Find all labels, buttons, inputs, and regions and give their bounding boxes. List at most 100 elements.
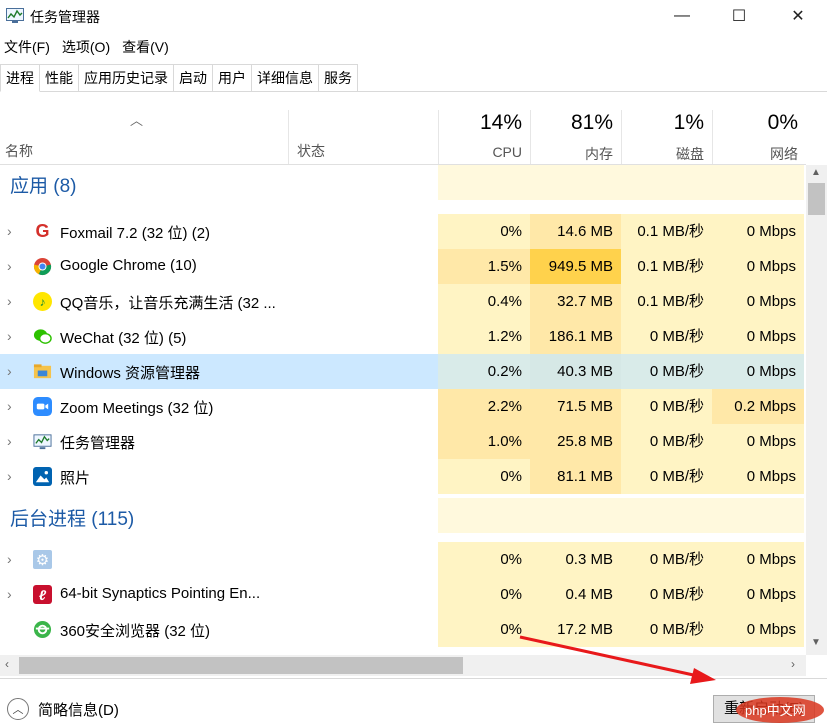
chevron-right-icon[interactable]: › bbox=[7, 586, 12, 602]
network-cell: 0 Mbps bbox=[712, 459, 804, 494]
memory-cell: 17.2 MB bbox=[530, 612, 621, 647]
process-name-cell: › ℓ 64-bit Synaptics Pointing En... bbox=[0, 577, 438, 612]
tab-details[interactable]: 详细信息 bbox=[251, 64, 319, 91]
process-name-cell: › 任务管理器 bbox=[0, 424, 438, 459]
process-name-cell: 360安全浏览器 (32 位) bbox=[0, 612, 438, 647]
chevron-right-icon[interactable]: › bbox=[7, 223, 12, 239]
chevron-up-circle-icon[interactable]: ︿ bbox=[7, 698, 29, 720]
cpu-total-percent: 14% bbox=[479, 111, 522, 134]
column-status[interactable]: 状态 bbox=[297, 141, 325, 161]
table-row[interactable]: › WeChat (32 位) (5) 1.2% 186.1 MB 0 MB/秒… bbox=[0, 319, 806, 354]
chevron-right-icon[interactable]: › bbox=[7, 398, 12, 414]
tab-processes[interactable]: 进程 bbox=[0, 64, 40, 92]
fewer-details-link[interactable]: 简略信息(D) bbox=[38, 699, 119, 720]
chevron-right-icon[interactable]: › bbox=[7, 258, 12, 274]
column-disk[interactable]: 1% 磁盘 bbox=[621, 110, 712, 164]
chevron-right-icon[interactable]: › bbox=[7, 363, 12, 379]
memory-cell: 32.7 MB bbox=[530, 284, 621, 319]
menu-file[interactable]: 文件(F) bbox=[0, 36, 54, 58]
blank-cell bbox=[438, 165, 530, 200]
settings-gear-icon: ⚙ bbox=[33, 550, 52, 569]
task-manager-app-icon bbox=[6, 8, 24, 23]
scroll-down-icon[interactable]: ▼ bbox=[811, 637, 821, 648]
blank-cell bbox=[712, 498, 804, 533]
table-row[interactable]: › Google Chrome (10) 1.5% 949.5 MB 0.1 M… bbox=[0, 249, 806, 284]
title-bar: 任务管理器 — ☐ ✕ bbox=[0, 0, 827, 34]
qqmusic-icon: ♪ bbox=[33, 292, 52, 311]
chevron-right-icon[interactable]: › bbox=[7, 433, 12, 449]
tab-users[interactable]: 用户 bbox=[212, 64, 252, 91]
close-button[interactable]: ✕ bbox=[768, 0, 827, 32]
table-row[interactable]: › ♪ QQ音乐，让音乐充满生活 (32 ... 0.4% 32.7 MB 0.… bbox=[0, 284, 806, 319]
group-title: 后台进程 (115) bbox=[10, 509, 135, 530]
task-manager-icon bbox=[33, 434, 52, 450]
tab-startup[interactable]: 启动 bbox=[173, 64, 213, 91]
blank-cell bbox=[530, 498, 621, 533]
foxmail-icon: G bbox=[33, 221, 52, 241]
network-label: 网络 bbox=[770, 146, 798, 162]
table-row[interactable]: 360安全浏览器 (32 位) 0% 17.2 MB 0 MB/秒 0 Mbps bbox=[0, 612, 806, 647]
column-divider[interactable] bbox=[288, 110, 289, 164]
network-cell: 0 Mbps bbox=[712, 249, 804, 284]
disk-cell: 0 MB/秒 bbox=[621, 542, 712, 577]
cpu-cell: 0% bbox=[438, 214, 530, 249]
footer-bar: ︿ 简略信息(D) 重新启动(E) bbox=[0, 678, 827, 723]
vertical-scrollbar[interactable]: ▲ ▼ bbox=[806, 165, 827, 655]
memory-total-percent: 81% bbox=[570, 111, 613, 134]
chevron-right-icon[interactable]: › bbox=[7, 328, 12, 344]
memory-label: 内存 bbox=[585, 146, 613, 162]
process-name: WeChat (32 位) (5) bbox=[60, 330, 187, 347]
memory-cell: 186.1 MB bbox=[530, 319, 621, 354]
chevron-right-icon[interactable]: › bbox=[7, 293, 12, 309]
maximize-button[interactable]: ☐ bbox=[709, 0, 769, 32]
blank-cell bbox=[712, 165, 804, 200]
column-memory[interactable]: 81% 内存 bbox=[530, 110, 621, 164]
table-row[interactable]: › G Foxmail 7.2 (32 位) (2) 0% 14.6 MB 0.… bbox=[0, 214, 806, 249]
column-cpu[interactable]: 14% CPU bbox=[438, 110, 530, 164]
group-header-apps[interactable]: 应用 (8) bbox=[0, 165, 806, 200]
table-row[interactable]: › 任务管理器 1.0% 25.8 MB 0 MB/秒 0 Mbps bbox=[0, 424, 806, 459]
table-row[interactable]: › Zoom Meetings (32 位) 2.2% 71.5 MB 0 MB… bbox=[0, 389, 806, 424]
memory-cell: 0.3 MB bbox=[530, 542, 621, 577]
memory-cell: 25.8 MB bbox=[530, 424, 621, 459]
chevron-right-icon[interactable]: › bbox=[7, 468, 12, 484]
process-name: Zoom Meetings (32 位) bbox=[60, 400, 214, 417]
group-header-background[interactable]: 后台进程 (115) bbox=[0, 498, 806, 533]
scroll-up-icon[interactable]: ▲ bbox=[811, 167, 821, 178]
disk-cell: 0 MB/秒 bbox=[621, 389, 712, 424]
table-row[interactable]: › ℓ 64-bit Synaptics Pointing En... 0% 0… bbox=[0, 577, 806, 612]
menu-options[interactable]: 选项(O) bbox=[58, 36, 114, 58]
scroll-thumb[interactable] bbox=[808, 183, 825, 215]
disk-cell: 0 MB/秒 bbox=[621, 319, 712, 354]
window-title: 任务管理器 bbox=[30, 9, 100, 25]
network-cell: 0 Mbps bbox=[712, 424, 804, 459]
disk-label: 磁盘 bbox=[676, 146, 704, 162]
tab-performance[interactable]: 性能 bbox=[39, 64, 79, 91]
process-name: Foxmail 7.2 (32 位) (2) bbox=[60, 225, 211, 242]
explorer-icon bbox=[33, 364, 52, 379]
network-cell: 0.2 Mbps bbox=[712, 389, 804, 424]
watermark-text: php中文网 bbox=[745, 703, 806, 718]
chevron-right-icon[interactable]: › bbox=[7, 551, 12, 567]
table-row[interactable]: › 照片 0% 81.1 MB 0 MB/秒 0 Mbps bbox=[0, 459, 806, 494]
column-network[interactable]: 0% 网络 bbox=[712, 110, 806, 164]
tab-app-history[interactable]: 应用历史记录 bbox=[78, 64, 174, 91]
menu-view[interactable]: 查看(V) bbox=[118, 36, 173, 58]
scroll-right-icon[interactable]: › bbox=[791, 657, 795, 671]
column-header: ︿ 名称 状态 14% CPU 81% 内存 1% 磁盘 0% 网络 bbox=[0, 110, 806, 165]
cpu-cell: 0% bbox=[438, 542, 530, 577]
scroll-left-icon[interactable]: ‹ bbox=[5, 657, 9, 671]
table-row-selected[interactable]: › Windows 资源管理器 0.2% 40.3 MB 0 MB/秒 0 Mb… bbox=[0, 354, 806, 389]
cpu-cell: 0% bbox=[438, 577, 530, 612]
photos-icon bbox=[33, 467, 52, 486]
minimize-button[interactable]: — bbox=[652, 0, 712, 32]
table-row[interactable]: › ⚙ 0% 0.3 MB 0 MB/秒 0 Mbps bbox=[0, 542, 806, 577]
scroll-thumb[interactable] bbox=[19, 657, 463, 674]
column-name[interactable]: 名称 bbox=[5, 141, 33, 161]
network-total-percent: 0% bbox=[767, 111, 798, 134]
process-name: Google Chrome (10) bbox=[60, 257, 197, 274]
horizontal-scrollbar[interactable]: ‹ › bbox=[0, 655, 806, 676]
tab-services[interactable]: 服务 bbox=[318, 64, 358, 91]
network-cell: 0 Mbps bbox=[712, 284, 804, 319]
network-cell: 0 Mbps bbox=[712, 542, 804, 577]
